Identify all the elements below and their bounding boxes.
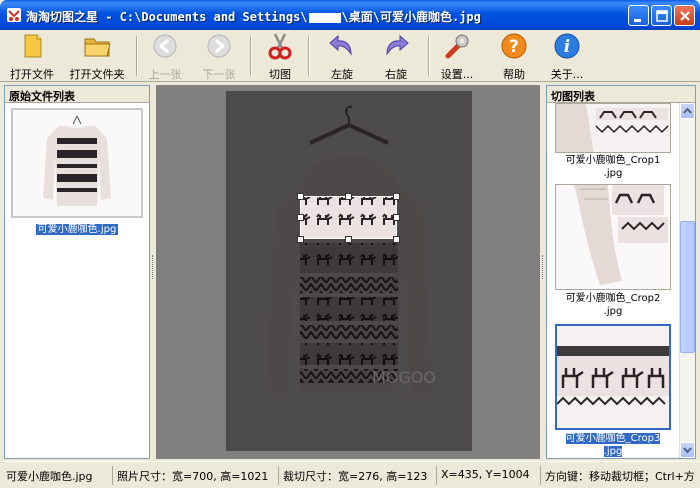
file-list-item[interactable]: 可爱小鹿咖色.jpg	[5, 220, 149, 235]
scroll-up-button[interactable]	[680, 103, 695, 119]
crop-handle-bottom[interactable]	[345, 236, 352, 243]
crop-button[interactable]: 切图	[262, 32, 298, 81]
rotate-left-label: 左旋	[331, 68, 353, 81]
minimize-button[interactable]	[628, 5, 649, 26]
file-thumbnail[interactable]	[11, 108, 143, 218]
status-file-name: 可爱小鹿咖色.jpg	[6, 470, 93, 483]
image-canvas[interactable]: MOGOO	[156, 85, 540, 459]
crop-handle-bottom-right[interactable]	[393, 236, 400, 243]
watermark-text: MOGOO	[372, 368, 436, 387]
info-icon: i	[554, 33, 580, 59]
rotate-right-button[interactable]: 右旋	[376, 32, 416, 81]
toolbar: 打开文件 打开文件夹 上一张 下一张 切图 左旋 右旋 设置... ? 帮助 i…	[0, 30, 700, 82]
window-title: 淘淘切图之星 - C:\Documents and Settings\ \桌面\可…	[26, 8, 481, 25]
arrow-right-icon	[207, 34, 231, 58]
wrench-icon	[445, 34, 469, 59]
next-image-button[interactable]: 下一张	[198, 32, 240, 81]
photo-preview: MOGOO	[226, 91, 472, 451]
crop-caption: 可爱小鹿咖色_Crop2 .jpg	[547, 292, 679, 318]
prev-image-button[interactable]: 上一张	[144, 32, 186, 81]
open-file-button[interactable]: 打开文件	[6, 32, 58, 81]
splitter-grip	[152, 255, 154, 279]
crop-caption: 可爱小鹿咖色_Crop1 .jpg	[547, 154, 679, 180]
original-file-list-title: 原始文件列表	[5, 86, 149, 103]
crop-handle-right[interactable]	[393, 214, 400, 221]
crop-selection-box[interactable]	[300, 196, 397, 239]
crop-thumbnail[interactable]	[555, 184, 671, 290]
next-image-label: 下一张	[202, 68, 236, 81]
open-folder-icon	[84, 38, 111, 57]
status-photo-size: 照片尺寸：宽=700, 高=1021	[112, 466, 276, 485]
close-icon	[680, 11, 690, 21]
status-bar: 可爱小鹿咖色.jpg 照片尺寸：宽=700, 高=1021 裁切尺寸：宽=276…	[0, 461, 700, 488]
crop-handle-top-right[interactable]	[393, 193, 400, 200]
settings-button[interactable]: 设置...	[434, 32, 480, 81]
toolbar-separator	[308, 36, 310, 76]
title-path-suffix: \桌面\可爱小鹿咖色.jpg	[341, 10, 481, 24]
rotate-right-label: 右旋	[385, 68, 407, 81]
crop-thumbnail[interactable]	[555, 103, 671, 153]
crop-list-title: 切图列表	[547, 86, 695, 103]
crop2-image	[556, 185, 670, 289]
prev-image-label: 上一张	[148, 68, 182, 81]
rotate-left-icon	[329, 34, 352, 56]
app-icon	[7, 8, 21, 22]
maximize-button[interactable]	[651, 5, 672, 26]
crop1-image	[556, 104, 670, 152]
crop-name-line1: 可爱小鹿咖色_Crop2	[565, 293, 661, 304]
scissors-icon	[268, 33, 292, 60]
open-file-label: 打开文件	[10, 68, 54, 81]
toolbar-separator	[136, 36, 138, 76]
rotate-right-icon	[386, 34, 409, 56]
title-path-prefix: 淘淘切图之星 - C:\Documents and Settings\	[26, 10, 308, 24]
toolbar-separator	[250, 36, 252, 76]
file-name-label: 可爱小鹿咖色.jpg	[35, 224, 119, 235]
help-label: 帮助	[503, 68, 525, 81]
svg-text:?: ?	[509, 37, 519, 57]
crop-handle-top[interactable]	[345, 193, 352, 200]
crop-handle-left[interactable]	[297, 214, 304, 221]
rotate-left-button[interactable]: 左旋	[322, 32, 362, 81]
open-folder-button[interactable]: 打开文件夹	[64, 32, 130, 81]
crop-label: 切图	[269, 68, 291, 81]
help-icon: ?	[501, 33, 527, 59]
minimize-icon	[634, 19, 641, 22]
scroll-down-button[interactable]	[680, 442, 695, 458]
crop-name-line2: .jpg	[603, 306, 623, 317]
about-button[interactable]: i 关于...	[544, 32, 590, 81]
status-coordinates: X=435, Y=1004	[436, 466, 538, 485]
crop-name-line1: 可爱小鹿咖色_Crop3	[565, 433, 661, 444]
svg-text:i: i	[564, 37, 570, 57]
redacted-username	[308, 12, 341, 23]
splitter-grip	[542, 255, 544, 279]
sweater-thumbnail-image	[13, 110, 141, 216]
help-button[interactable]: ? 帮助	[496, 32, 532, 81]
crop3-image	[557, 326, 669, 428]
close-button[interactable]	[674, 5, 695, 26]
scroll-thumb[interactable]	[680, 221, 695, 353]
crop-name-line2: .jpg	[603, 168, 623, 179]
sweater-photo: MOGOO	[226, 91, 472, 451]
open-file-icon	[24, 34, 42, 58]
toolbar-separator	[428, 36, 430, 76]
about-label: 关于...	[550, 68, 584, 81]
crop-name-line1: 可爱小鹿咖色_Crop1	[565, 155, 661, 166]
status-crop-size: 裁切尺寸：宽=276, 高=123	[278, 466, 434, 485]
chevron-up-icon	[683, 107, 692, 114]
crop-handle-top-left[interactable]	[297, 193, 304, 200]
crop-name-line2: .jpg	[603, 446, 623, 457]
crop-thumbnail-selected[interactable]	[555, 324, 671, 430]
crop-handle-bottom-left[interactable]	[297, 236, 304, 243]
crop-list[interactable]: 切图列表 可爱小鹿咖色_Crop1 .jpg 可爱小鹿咖色_Crop2 .jpg	[546, 85, 696, 459]
status-keyboard-hint: 方向键：移动裁切框；Ctrl+方	[540, 466, 698, 485]
title-bar[interactable]: 淘淘切图之星 - C:\Documents and Settings\ \桌面\可…	[0, 0, 700, 30]
open-folder-label: 打开文件夹	[69, 68, 125, 81]
maximize-icon	[656, 10, 668, 22]
arrow-left-icon	[153, 34, 177, 58]
settings-label: 设置...	[440, 68, 474, 81]
crop-caption-selected: 可爱小鹿咖色_Crop3 .jpg	[547, 432, 679, 458]
chevron-down-icon	[683, 447, 692, 454]
vertical-scrollbar[interactable]	[679, 103, 695, 458]
original-file-list[interactable]: 原始文件列表 可爱小鹿咖色.jpg	[4, 85, 150, 459]
